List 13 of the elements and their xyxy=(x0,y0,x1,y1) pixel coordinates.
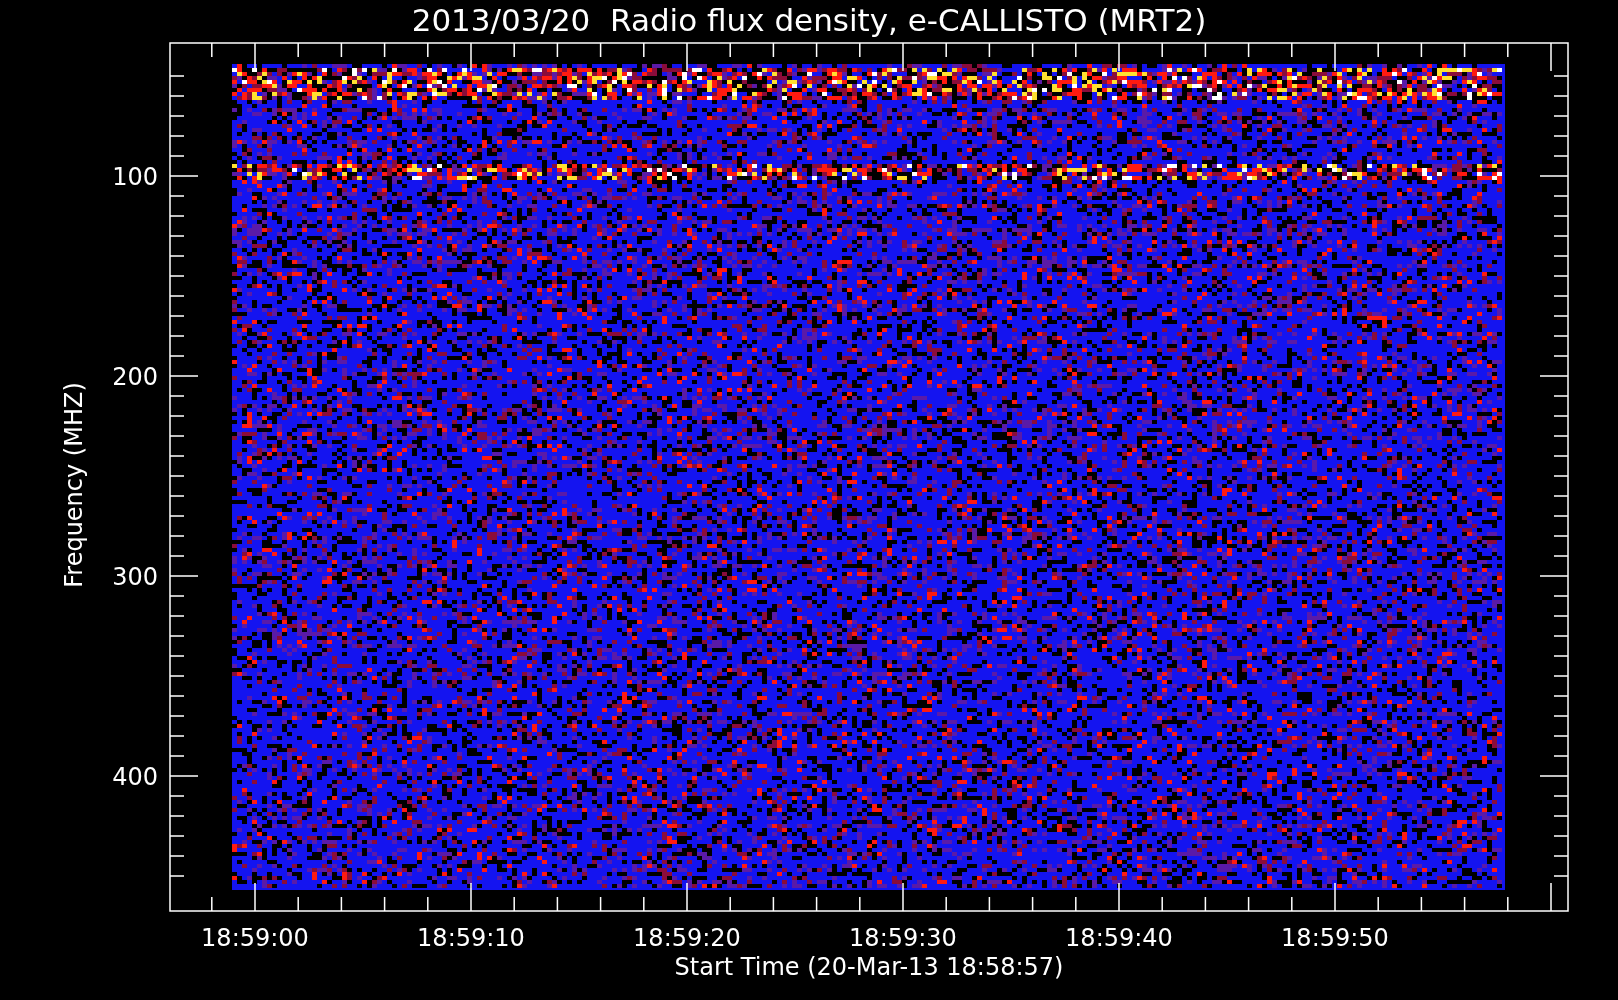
y-tick-label: 300 xyxy=(112,563,158,591)
y-tick-label: 100 xyxy=(112,163,158,191)
y-tick-label: 400 xyxy=(112,763,158,791)
x-tick-label: 18:59:40 xyxy=(1065,924,1173,952)
x-tick-label: 18:59:00 xyxy=(201,924,309,952)
chart-title: 2013/03/20 Radio flux density, e-CALLISTO (MRT2) xyxy=(411,2,1207,38)
x-tick-label: 18:59:10 xyxy=(417,924,525,952)
x-tick-label: 18:59:30 xyxy=(849,924,957,952)
y-axis-label: Frequency (MHZ) xyxy=(60,382,88,588)
x-tick-label: 18:59:20 xyxy=(633,924,741,952)
x-tick-label: 18:59:50 xyxy=(1281,924,1389,952)
y-tick-label: 200 xyxy=(112,363,158,391)
x-axis-label: Start Time (20-Mar-13 18:58:57) xyxy=(674,953,1064,981)
